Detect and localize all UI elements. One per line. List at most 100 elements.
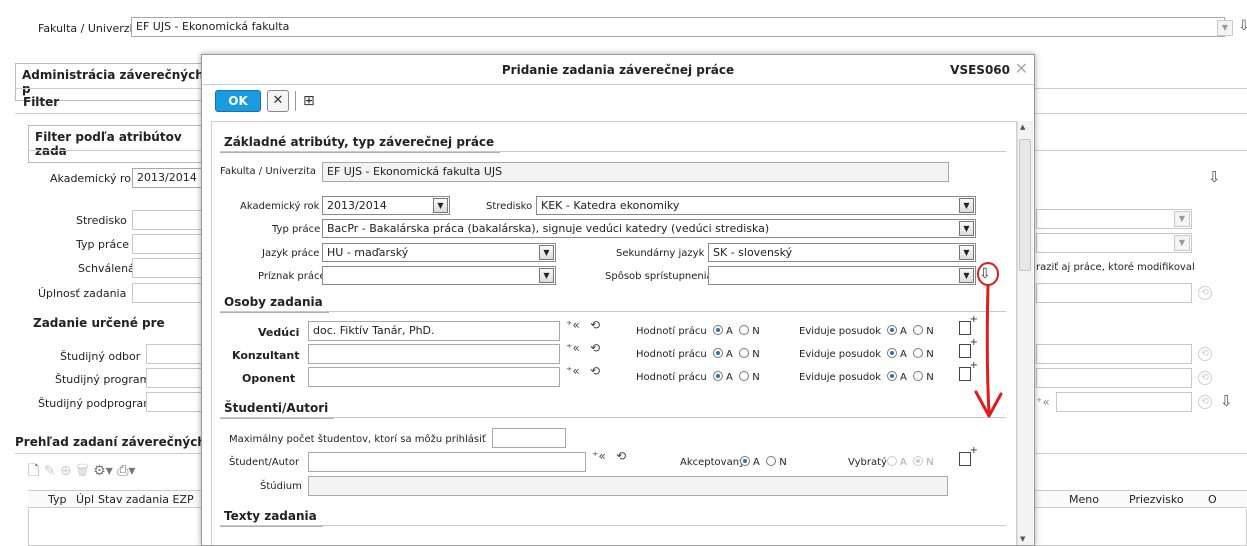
tab-filter-atributy[interactable]: Filter podľa atribútov zada xyxy=(28,125,208,163)
new-doc-icon[interactable] xyxy=(959,445,978,466)
bg-podprogram-field[interactable] xyxy=(146,392,202,412)
eviduje-label: Eviduje posudok xyxy=(799,349,882,360)
jazyk-select[interactable]: HU - maďarský ▼ xyxy=(322,243,556,262)
delete-icon[interactable]: 🗑 xyxy=(76,463,89,479)
max-students-input[interactable] xyxy=(492,428,566,448)
cancel-button[interactable]: ✕ xyxy=(267,90,289,112)
person-name-field[interactable] xyxy=(308,367,560,387)
chevron-down-icon[interactable]: ▼ xyxy=(539,245,554,260)
col-header[interactable]: O xyxy=(1208,493,1217,506)
clear-icon[interactable]: ⟲ xyxy=(590,318,600,332)
faculty-label: Fakulta / Univerzita xyxy=(220,166,317,177)
person-name-field[interactable]: doc. Fiktív Tanár, PhD. xyxy=(308,321,560,341)
typ-prace-label: Typ práce xyxy=(272,224,321,235)
person-name-value: doc. Fiktív Tanár, PhD. xyxy=(313,324,435,337)
clear-icon[interactable]: ⟲ xyxy=(1198,286,1212,300)
ok-button[interactable]: OK xyxy=(215,90,261,112)
add-person-icon[interactable]: ⁺« xyxy=(566,318,580,332)
dialog-header: Pridanie zadania záverečnej práce VSES06… xyxy=(202,55,1034,85)
add-student-icon[interactable]: ⁺« xyxy=(592,449,606,463)
col-header[interactable]: Meno xyxy=(1069,493,1099,506)
chevron-down-icon[interactable]: ▼ xyxy=(959,268,974,283)
chevron-down-icon[interactable]: ▼ xyxy=(959,198,974,213)
clear-icon[interactable]: ⟲ xyxy=(1198,371,1212,385)
akad-rok-value: 2013/2014 xyxy=(327,199,387,212)
clear-icon[interactable]: ⟲ xyxy=(616,449,626,463)
typ-prace-select[interactable]: BacPr - Bakalárska práca (bakalárska), s… xyxy=(322,219,976,238)
bg-right-field-3[interactable] xyxy=(1036,283,1192,303)
bg-right-field-2[interactable] xyxy=(1036,233,1192,253)
person-name-field[interactable] xyxy=(308,344,560,364)
person-role-konzultant: Konzultant xyxy=(232,349,300,362)
chevron-down-icon[interactable]: ▼ xyxy=(959,221,974,236)
print-icon[interactable]: ⎙▾ xyxy=(117,463,135,479)
col-header[interactable]: Typ xyxy=(48,493,67,506)
student-field[interactable] xyxy=(308,452,586,472)
chevron-down-icon[interactable]: ▼ xyxy=(539,268,554,283)
sposob-select[interactable]: ▼ xyxy=(708,266,976,285)
hodnoti-radio-group[interactable]: A N xyxy=(713,371,760,383)
hodnoti-radio-group[interactable]: A N xyxy=(713,325,760,337)
dialog-title: Pridanie zadania záverečnej práce xyxy=(501,63,735,77)
bg-schvalena-field[interactable] xyxy=(132,258,202,278)
download-arrow-icon[interactable]: ⇩ xyxy=(1220,392,1233,410)
download-arrow-icon[interactable]: ⇩ xyxy=(1238,18,1247,34)
add-person-icon[interactable]: ⁺« xyxy=(566,364,580,378)
bg-typ-field[interactable] xyxy=(132,234,202,254)
close-icon[interactable]: ✕ xyxy=(1015,59,1028,78)
add-person-icon[interactable]: ⁺« xyxy=(566,341,580,355)
priznak-select[interactable]: ▼ xyxy=(322,266,556,285)
scrollbar-thumb[interactable] xyxy=(1019,139,1031,271)
eviduje-label: Eviduje posudok xyxy=(799,326,882,337)
faculty-field: EF UJS - Ekonomická fakulta UJS xyxy=(322,162,949,182)
akceptovany-label: Akceptovaný xyxy=(680,457,745,468)
grid-icon[interactable]: ⊞ xyxy=(303,93,315,109)
bg-uplnost-field[interactable] xyxy=(132,283,202,303)
faculty-select[interactable]: EF UJS - Ekonomická fakulta xyxy=(131,17,1225,37)
edit-icon[interactable]: ✎ xyxy=(44,463,56,479)
clear-icon[interactable]: ⟲ xyxy=(1198,347,1212,361)
chevron-down-icon[interactable]: ▼ xyxy=(433,198,448,213)
bg-stredisko-label: Stredisko xyxy=(76,214,127,227)
person-role-vedúci: Vedúci xyxy=(258,326,300,339)
expand-down-arrow-icon[interactable]: ⇩ xyxy=(979,266,991,282)
run-icon[interactable]: ⚙▾ xyxy=(93,463,113,479)
akad-rok-select[interactable]: 2013/2014 ▼ xyxy=(322,196,450,215)
stredisko-value: KEK - Katedra ekonomiky xyxy=(541,199,680,212)
bg-right-field-1[interactable] xyxy=(1036,209,1192,229)
new-doc-icon[interactable]: 🗋 xyxy=(28,463,39,479)
bg-right-field-4[interactable] xyxy=(1036,344,1192,364)
sposob-label: Spôsob sprístupnenia xyxy=(605,271,713,282)
bg-odbor-field[interactable] xyxy=(146,344,202,364)
chevron-down-icon[interactable]: ▼ xyxy=(1174,235,1190,251)
eviduje-radio-group[interactable]: A N xyxy=(887,348,934,360)
bg-right-field-5[interactable] xyxy=(1036,368,1192,388)
col-header[interactable]: Stav zadania EZP xyxy=(98,493,194,506)
chevron-down-icon[interactable]: ▼ xyxy=(1174,211,1190,227)
col-header[interactable]: Úpl xyxy=(76,493,94,506)
bg-stredisko-field[interactable] xyxy=(132,210,202,230)
eviduje-radio-group[interactable]: A N xyxy=(887,371,934,383)
sek-jazyk-select[interactable]: SK - slovenský ▼ xyxy=(708,243,976,262)
stredisko-select[interactable]: KEK - Katedra ekonomiky ▼ xyxy=(536,196,976,215)
bg-akad-rok-field[interactable]: 2013/2014 xyxy=(132,168,202,188)
bg-program-field[interactable] xyxy=(146,368,202,388)
scroll-up-icon[interactable]: ▲ xyxy=(1020,123,1025,131)
scroll-down-icon[interactable]: ▼ xyxy=(1020,535,1025,543)
eviduje-radio-group[interactable]: A N xyxy=(887,325,934,337)
chevron-down-icon[interactable]: ▼ xyxy=(959,245,974,260)
bg-toolbar: 🗋 ✎ ⊕ 🗑 ⚙▾ ⎙▾ xyxy=(28,460,135,484)
double-chevron-left-icon[interactable]: ⁺« xyxy=(1036,395,1050,409)
prehlad-title: Prehľad zadaní záverečných xyxy=(15,435,206,449)
chevron-down-icon[interactable]: ▼ xyxy=(1217,20,1233,36)
hodnoti-radio-group[interactable]: A N xyxy=(713,348,760,360)
clear-icon[interactable]: ⟲ xyxy=(590,341,600,355)
vybraty-label: Vybratý xyxy=(848,457,887,468)
bg-right-field-6[interactable] xyxy=(1056,392,1192,412)
clear-icon[interactable]: ⟲ xyxy=(590,364,600,378)
download-arrow-icon[interactable]: ⇩ xyxy=(1208,168,1221,186)
col-header[interactable]: Priezvisko xyxy=(1129,493,1184,506)
clear-icon[interactable]: ⟲ xyxy=(1198,395,1212,409)
zoom-icon[interactable]: ⊕ xyxy=(60,463,72,479)
akceptovany-radio-group[interactable]: A N xyxy=(740,456,787,468)
